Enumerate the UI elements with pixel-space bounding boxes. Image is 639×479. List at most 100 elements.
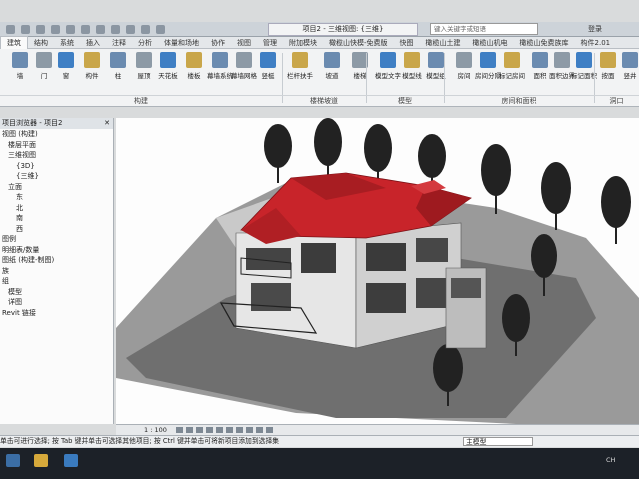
browser-tree-item[interactable]: 族 bbox=[0, 266, 113, 277]
ribbon-tool[interactable]: 柱 bbox=[104, 52, 132, 94]
tool-icon bbox=[186, 52, 202, 68]
ribbon-tab[interactable]: 橄榄山土建 bbox=[420, 37, 467, 49]
ribbon-tab[interactable]: 分析 bbox=[132, 37, 158, 49]
text-icon[interactable] bbox=[111, 24, 120, 34]
sign-in-link[interactable]: 登录 bbox=[588, 24, 602, 34]
browser-tree-item[interactable]: {3D} bbox=[0, 161, 113, 172]
ribbon-tool[interactable]: 构件 bbox=[78, 52, 106, 94]
redo-icon[interactable] bbox=[66, 24, 75, 34]
ribbon-tool[interactable]: 天花板 bbox=[154, 52, 182, 94]
quick-access-toolbar bbox=[0, 24, 165, 34]
show-crop-icon[interactable] bbox=[236, 427, 243, 433]
undo-icon[interactable] bbox=[51, 24, 60, 34]
save-icon[interactable] bbox=[36, 24, 45, 34]
ribbon-tab[interactable]: 管理 bbox=[257, 37, 283, 49]
tool-icon bbox=[160, 52, 176, 68]
tool-label: 构件 bbox=[85, 72, 99, 80]
browser-tree-item[interactable]: 立面 bbox=[0, 182, 113, 193]
crop-icon[interactable] bbox=[226, 427, 233, 433]
browser-tree-item[interactable]: 三维视图 bbox=[0, 150, 113, 161]
browser-tree-item[interactable]: {三维} bbox=[0, 171, 113, 182]
browser-tree-item[interactable]: 北 bbox=[0, 203, 113, 214]
ribbon-tab[interactable]: 视图 bbox=[231, 37, 257, 49]
ribbon-tab[interactable]: 体量和场地 bbox=[158, 37, 205, 49]
browser-tree-item[interactable]: 模型 bbox=[0, 287, 113, 298]
app-menu-icon[interactable] bbox=[6, 24, 15, 34]
3d-model-canvas[interactable] bbox=[116, 118, 639, 424]
ribbon-tool[interactable]: 竖井 bbox=[616, 52, 639, 94]
tool-label: 标记房间 bbox=[499, 72, 525, 80]
browser-tree-item[interactable]: Revit 链接 bbox=[0, 308, 113, 319]
browser-tree-item[interactable]: 西 bbox=[0, 224, 113, 235]
thin-lines-icon[interactable] bbox=[156, 24, 165, 34]
tool-icon bbox=[600, 52, 616, 68]
ribbon-tab[interactable]: 橄榄山机电 bbox=[467, 37, 514, 49]
tool-icon bbox=[480, 52, 496, 68]
view-control-bar: 1 : 100 bbox=[116, 424, 639, 435]
ribbon-tool[interactable]: 标记房间 bbox=[498, 52, 526, 94]
ribbon-tool[interactable]: 楼梯 bbox=[346, 52, 374, 94]
measure-icon[interactable] bbox=[96, 24, 105, 34]
ribbon-tab[interactable]: 橄榄山快模-免费版 bbox=[323, 37, 394, 49]
tool-icon bbox=[428, 52, 444, 68]
ribbon-tab[interactable]: 附加模块 bbox=[283, 37, 323, 49]
browser-tree-item[interactable]: 详图 bbox=[0, 297, 113, 308]
tool-icon bbox=[532, 52, 548, 68]
lock-view-icon[interactable] bbox=[246, 427, 253, 433]
start-icon[interactable] bbox=[6, 454, 20, 467]
detail-level-icon[interactable] bbox=[176, 427, 183, 433]
help-search-input[interactable]: 键入关键字或短语 bbox=[430, 23, 538, 35]
tool-icon bbox=[136, 52, 152, 68]
tool-icon bbox=[324, 52, 340, 68]
revit-taskbar-icon[interactable] bbox=[64, 454, 78, 467]
ribbon-tab[interactable]: 构件2.01 bbox=[575, 37, 617, 49]
ribbon-tab[interactable]: 橄榄山免费族库 bbox=[514, 37, 575, 49]
view-scale[interactable]: 1 : 100 bbox=[144, 425, 167, 435]
title-bar: 项目2 - 三维视图: {三维} 键入关键字或短语 登录 bbox=[0, 22, 639, 37]
3d-viewport[interactable] bbox=[116, 118, 639, 424]
browser-tree-item[interactable]: 图纸 (构建-制图) bbox=[0, 255, 113, 266]
browser-tree-item[interactable]: 视图 (构建) bbox=[0, 129, 113, 140]
ribbon-tab[interactable]: 插入 bbox=[80, 37, 106, 49]
ribbon-tool[interactable]: 栏杆扶手 bbox=[286, 52, 314, 94]
close-icon[interactable]: ✕ bbox=[104, 118, 110, 129]
browser-tree-item[interactable]: 组 bbox=[0, 276, 113, 287]
browser-tree-item[interactable]: 图例 bbox=[0, 234, 113, 245]
reveal-hidden-icon[interactable] bbox=[266, 427, 273, 433]
ribbon-tab[interactable]: 系统 bbox=[54, 37, 80, 49]
browser-tree-item[interactable]: 楼层平面 bbox=[0, 140, 113, 151]
ribbon-tab[interactable]: 快图 bbox=[394, 37, 420, 49]
browser-tree-item[interactable]: 东 bbox=[0, 192, 113, 203]
ribbon-tool[interactable]: 坡道 bbox=[318, 52, 346, 94]
print-icon[interactable] bbox=[81, 24, 90, 34]
ribbon-tool[interactable]: 窗 bbox=[52, 52, 80, 94]
3d-view-icon[interactable] bbox=[126, 24, 135, 34]
shadows-icon[interactable] bbox=[206, 427, 213, 433]
visual-style-icon[interactable] bbox=[186, 427, 193, 433]
render-icon[interactable] bbox=[216, 427, 223, 433]
sun-path-icon[interactable] bbox=[196, 427, 203, 433]
ribbon-tab[interactable]: 建筑 bbox=[0, 36, 28, 49]
ribbon-tool[interactable]: 楼板 bbox=[180, 52, 208, 94]
tool-label: 模型组 bbox=[426, 72, 446, 80]
view-control-icons bbox=[176, 427, 273, 433]
browser-tree-item[interactable]: 南 bbox=[0, 213, 113, 224]
ribbon-group-label: 洞口 bbox=[594, 95, 639, 106]
file-explorer-icon[interactable] bbox=[34, 454, 48, 467]
model-selector[interactable]: 主模型 bbox=[463, 437, 533, 446]
ribbon-tab[interactable]: 协作 bbox=[205, 37, 231, 49]
tool-icon bbox=[212, 52, 228, 68]
temp-hide-icon[interactable] bbox=[256, 427, 263, 433]
tool-label: 门 bbox=[40, 72, 48, 80]
browser-tree-item[interactable]: 明细表/数量 bbox=[0, 245, 113, 256]
ribbon-tab[interactable]: 注释 bbox=[106, 37, 132, 49]
tool-label: 面积 bbox=[533, 72, 547, 80]
section-icon[interactable] bbox=[141, 24, 150, 34]
os-taskbar: CH bbox=[0, 448, 639, 479]
tool-icon bbox=[292, 52, 308, 68]
open-icon[interactable] bbox=[21, 24, 30, 34]
tool-icon bbox=[380, 52, 396, 68]
ribbon-tool[interactable]: 模型组 bbox=[422, 52, 450, 94]
ribbon-tool[interactable]: 竖梃 bbox=[254, 52, 282, 94]
ribbon-tab[interactable]: 结构 bbox=[28, 37, 54, 49]
